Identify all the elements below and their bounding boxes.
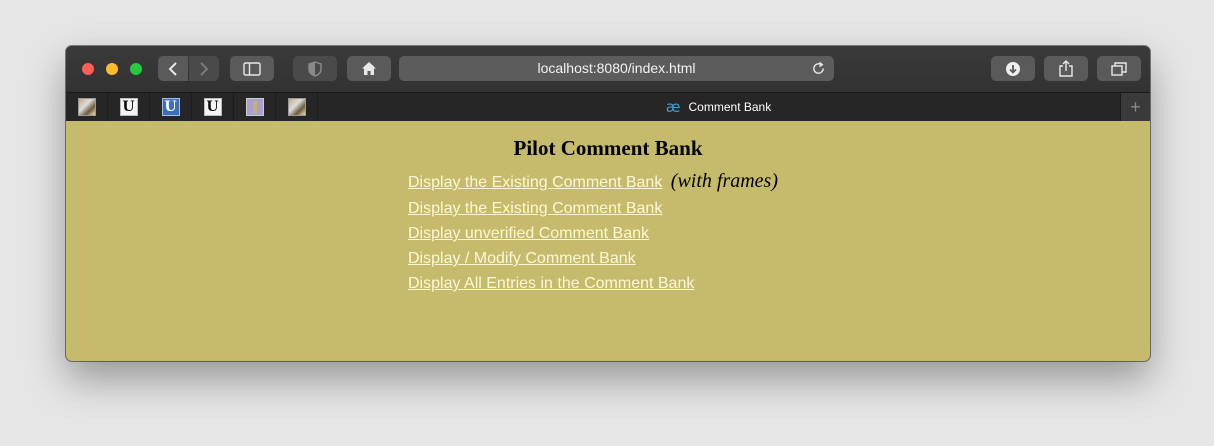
- favorite-item-1[interactable]: [66, 93, 108, 121]
- browser-window: localhost:8080/index.html U U U æ Commen…: [66, 46, 1150, 361]
- reload-icon[interactable]: [811, 61, 826, 76]
- favorite-item-6[interactable]: [276, 93, 318, 121]
- tab-comment-bank[interactable]: æ Comment Bank: [318, 93, 1119, 121]
- photo-favicon-icon: [287, 98, 306, 116]
- u-logo-blue-favicon-icon: U: [161, 98, 180, 116]
- link-row: Display the Existing Comment Bank: [408, 196, 778, 221]
- address-url: localhost:8080/index.html: [537, 60, 696, 76]
- display-comment-bank-frames-link[interactable]: Display the Existing Comment Bank: [408, 174, 662, 191]
- with-frames-note: (with frames): [670, 170, 778, 192]
- browser-toolbar: localhost:8080/index.html: [66, 46, 1150, 92]
- chevron-right-icon: [200, 61, 209, 76]
- photo-favicon-icon: [77, 98, 96, 116]
- page-title: Pilot Comment Bank: [513, 136, 703, 160]
- share-icon: [1059, 60, 1073, 77]
- link-row: Display All Entries in the Comment Bank: [408, 271, 778, 296]
- chevron-left-icon: [168, 61, 177, 76]
- close-window-button[interactable]: [82, 63, 94, 75]
- favorite-item-2[interactable]: U: [108, 93, 150, 121]
- favorite-item-3[interactable]: U: [150, 93, 192, 121]
- shield-icon: [308, 60, 322, 77]
- home-icon: [362, 62, 376, 75]
- link-row: Display / Modify Comment Bank: [408, 246, 778, 271]
- tab-overview-button[interactable]: [1097, 56, 1141, 81]
- tabs-icon: [1111, 61, 1127, 76]
- ae-icon: æ: [665, 98, 681, 116]
- favicon-glyph: U: [122, 99, 135, 115]
- privacy-report-button[interactable]: [293, 56, 337, 81]
- minimize-window-button[interactable]: [106, 63, 118, 75]
- display-unverified-link[interactable]: Display unverified Comment Bank: [408, 225, 649, 242]
- new-tab-button[interactable]: +: [1120, 93, 1150, 121]
- u-logo-favicon-icon: U: [119, 98, 138, 116]
- address-bar[interactable]: localhost:8080/index.html: [399, 56, 834, 81]
- back-button[interactable]: [158, 56, 188, 81]
- u-logo-favicon-icon: U: [203, 98, 222, 116]
- home-button[interactable]: [347, 56, 391, 81]
- favicon-glyph: U: [206, 99, 219, 115]
- link-row: Display unverified Comment Bank: [408, 221, 778, 246]
- display-modify-link[interactable]: Display / Modify Comment Bank: [408, 250, 636, 267]
- display-comment-bank-link[interactable]: Display the Existing Comment Bank: [408, 200, 662, 217]
- display-all-entries-link[interactable]: Display All Entries in the Comment Bank: [408, 275, 694, 292]
- link-list: Display the Existing Comment Bank (with …: [408, 168, 778, 296]
- link-row: Display the Existing Comment Bank (with …: [408, 168, 778, 196]
- download-icon: [1006, 61, 1020, 76]
- sidebar-icon: [243, 61, 261, 76]
- share-button[interactable]: [1044, 56, 1088, 81]
- favicon-glyph: U: [164, 99, 177, 115]
- purple-favicon-icon: [245, 98, 264, 116]
- forward-button[interactable]: [189, 56, 219, 81]
- zoom-window-button[interactable]: [130, 63, 142, 75]
- page-content: Pilot Comment Bank Display the Existing …: [66, 121, 1150, 361]
- sidebar-toggle-button[interactable]: [230, 56, 274, 81]
- favorite-item-5[interactable]: [234, 93, 276, 121]
- tab-bar: U U U æ Comment Bank +: [66, 92, 1150, 121]
- favorite-item-4[interactable]: U: [192, 93, 234, 121]
- tab-title: Comment Bank: [688, 100, 772, 114]
- downloads-button[interactable]: [991, 56, 1035, 81]
